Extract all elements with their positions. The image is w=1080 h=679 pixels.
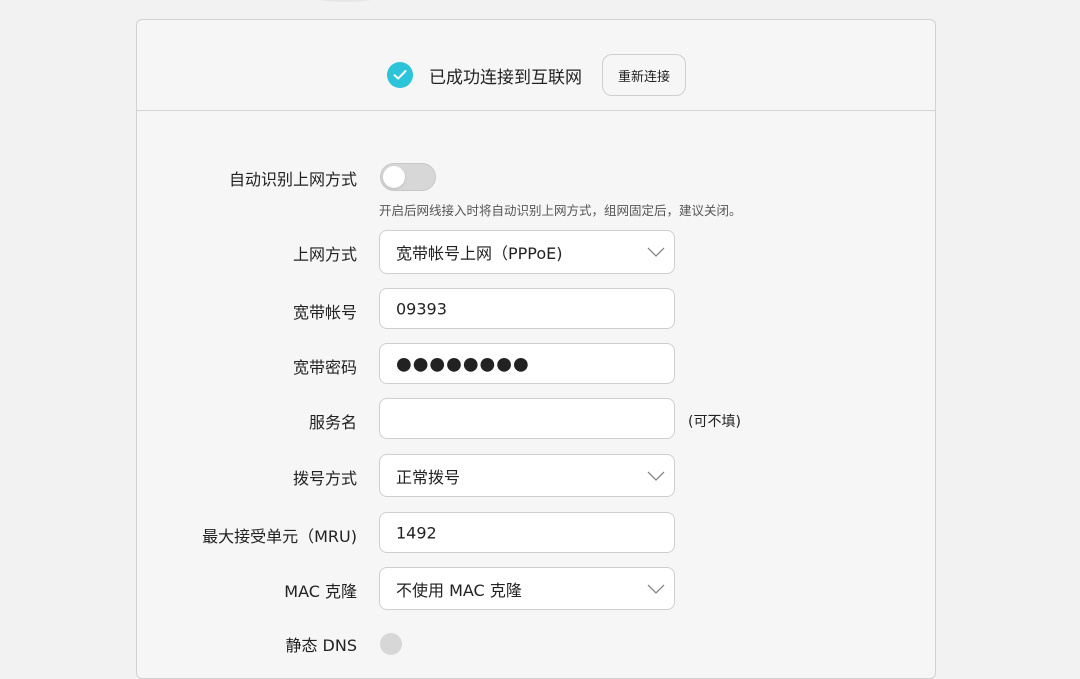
check-icon (387, 62, 413, 88)
account-label: 宽带帐号 (292, 303, 357, 322)
static-dns-label: 静态 DNS (285, 636, 357, 655)
dial-mode-select[interactable]: 正常拨号 (379, 454, 675, 497)
dial-mode-value: 正常拨号 (396, 467, 461, 487)
connection-type-select[interactable]: 宽带帐号上网（PPPoE) (379, 230, 675, 274)
connection-type-label: 上网方式 (292, 245, 357, 264)
service-name-input[interactable] (379, 398, 675, 439)
account-value: 09393 (396, 299, 447, 318)
connection-status-bar: 已成功连接到互联网 重新连接 (137, 20, 935, 111)
mru-label: 最大接受单元（MRU) (202, 527, 357, 546)
connection-type-value: 宽带帐号上网（PPPoE) (396, 244, 563, 263)
dial-mode-label: 拨号方式 (292, 469, 357, 488)
chevron-down-icon (647, 471, 665, 481)
static-dns-toggle[interactable] (380, 633, 402, 655)
chevron-down-icon (647, 584, 665, 594)
account-input[interactable]: 09393 (379, 288, 675, 329)
top-decoration (310, 0, 380, 2)
chevron-down-icon (647, 247, 665, 257)
settings-card: 已成功连接到互联网 重新连接 自动识别上网方式 开启后网线接入时将自动识别上网方… (136, 19, 936, 679)
auto-detect-hint: 开启后网线接入时将自动识别上网方式，组网固定后，建议关闭。 (379, 203, 742, 218)
mru-value: 1492 (396, 523, 437, 542)
service-name-label: 服务名 (308, 413, 357, 432)
mac-clone-select[interactable]: 不使用 MAC 克隆 (379, 567, 675, 610)
mac-clone-value: 不使用 MAC 克隆 (396, 580, 522, 600)
auto-detect-label: 自动识别上网方式 (228, 170, 357, 189)
mru-input[interactable]: 1492 (379, 512, 675, 553)
redaction-blur (448, 301, 472, 317)
password-label: 宽带密码 (292, 358, 357, 377)
reconnect-button[interactable]: 重新连接 (602, 54, 686, 96)
auto-detect-toggle[interactable] (380, 163, 436, 191)
password-input[interactable]: ●●●●●●●● (379, 343, 675, 384)
service-name-optional-note: (可不填) (688, 414, 741, 430)
toggle-knob (383, 166, 405, 188)
connection-status-text: 已成功连接到互联网 (429, 68, 582, 88)
password-value: ●●●●●●●● (396, 353, 530, 374)
mac-clone-label: MAC 克隆 (284, 582, 357, 601)
